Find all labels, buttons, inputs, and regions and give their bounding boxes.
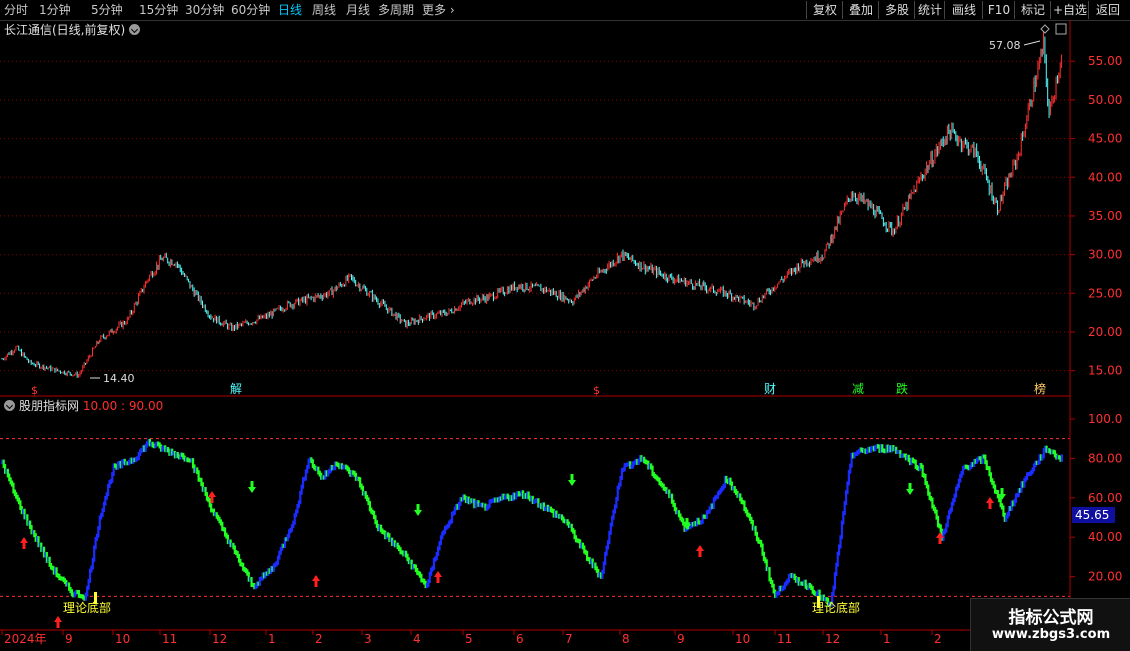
indicator-name: 股朋指标网 bbox=[19, 399, 80, 413]
bottom-label-1: 理论底部 bbox=[63, 600, 111, 615]
event-marker-list[interactable]: 榜 bbox=[1034, 381, 1046, 396]
x-tick-label: 12 bbox=[825, 632, 840, 646]
price-tick-label: 35.00 bbox=[1088, 209, 1122, 223]
x-tick-label: 3 bbox=[364, 632, 372, 646]
x-tick-label: 10 bbox=[735, 632, 750, 646]
x-tick-label: 1 bbox=[883, 632, 891, 646]
x-tick-label: 5 bbox=[465, 632, 473, 646]
x-tick-label: 1 bbox=[268, 632, 276, 646]
indicator-tick-label: 80.00 bbox=[1088, 451, 1122, 465]
x-tick-label: 9 bbox=[677, 632, 685, 646]
price-tick-label: 30.00 bbox=[1088, 248, 1122, 262]
sell-arrow-icon bbox=[568, 474, 576, 486]
sell-arrow-icon bbox=[906, 483, 914, 495]
x-tick-label: 2024年 bbox=[4, 632, 47, 646]
indicator-series bbox=[1, 438, 1064, 628]
indicator-tick-label: 40.00 bbox=[1088, 530, 1122, 544]
watermark-url: www.zbgs3.com bbox=[991, 627, 1111, 642]
event-marker-finance[interactable]: 财 bbox=[764, 382, 776, 396]
diamond-icon bbox=[1040, 24, 1050, 34]
indicator-params: 10.00 : 90.00 bbox=[82, 399, 164, 413]
buy-arrow-icon bbox=[312, 575, 320, 587]
chart-title: 长江通信(日线,前复权) bbox=[4, 22, 141, 38]
price-tick-label: 45.00 bbox=[1088, 132, 1122, 146]
price-tick-label: 40.00 bbox=[1088, 170, 1122, 184]
x-tick-label: 2 bbox=[315, 632, 323, 646]
indicator-tick-label: 60.00 bbox=[1088, 491, 1122, 505]
watermark-title: 指标公式网 bbox=[1008, 608, 1094, 628]
indicator-tick-label: 20.00 bbox=[1088, 570, 1122, 584]
x-tick-label: 11 bbox=[162, 632, 177, 646]
buy-arrow-icon bbox=[54, 616, 62, 628]
event-marker-fall[interactable]: 跌 bbox=[896, 381, 908, 396]
watermark: 指标公式网 www.zbgs3.com bbox=[970, 598, 1130, 651]
x-tick-label: 2 bbox=[934, 632, 942, 646]
stock-title: 长江通信(日线,前复权) bbox=[4, 23, 126, 37]
bottom-label-2: 理论底部 bbox=[812, 600, 860, 615]
x-tick-label: 11 bbox=[777, 632, 792, 646]
window-icon bbox=[1055, 23, 1067, 35]
indicator-bar bbox=[1060, 454, 1064, 462]
price-tick-label: 50.00 bbox=[1088, 93, 1122, 107]
chevron-down-icon[interactable] bbox=[4, 400, 15, 411]
event-marker-dividend-1[interactable]: $ bbox=[31, 384, 38, 397]
buy-arrow-icon bbox=[20, 537, 28, 549]
event-marker-reduce[interactable]: 减 bbox=[852, 382, 864, 396]
candlestick-series bbox=[1, 31, 1063, 378]
buy-arrow-icon bbox=[434, 571, 442, 583]
price-tick-label: 25.00 bbox=[1088, 286, 1122, 300]
x-tick-label: 10 bbox=[115, 632, 130, 646]
buy-arrow-icon bbox=[696, 545, 704, 557]
event-marker-unlock[interactable]: 解 bbox=[230, 382, 242, 396]
x-tick-label: 9 bbox=[65, 632, 73, 646]
max-label-pointer bbox=[1023, 40, 1041, 46]
indicator-title: 股朋指标网 10.00 : 90.00 bbox=[4, 398, 163, 414]
x-tick-label: 4 bbox=[413, 632, 421, 646]
price-tick-label: 20.00 bbox=[1088, 325, 1122, 339]
axes: 55.00 50.00 45.00 40.00 35.00 30.00 25.00 20.00… bbox=[0, 20, 1130, 650]
price-tick-label: 55.00 bbox=[1088, 54, 1122, 68]
chevron-down-icon[interactable] bbox=[129, 24, 141, 35]
sell-arrow-icon bbox=[414, 504, 422, 516]
min-price-label: 14.40 bbox=[103, 372, 135, 385]
indicator-current-value: 45.65 bbox=[1072, 507, 1115, 523]
x-tick-label: 6 bbox=[516, 632, 524, 646]
price-tick-label: 15.00 bbox=[1088, 364, 1122, 378]
kline-chart[interactable]: 55.00 50.00 45.00 40.00 35.00 30.00 25.00 20.00… bbox=[0, 0, 1130, 650]
x-tick-label: 12 bbox=[212, 632, 227, 646]
grid-lines bbox=[0, 60, 1070, 597]
chart-labels: 57.08 14.40 $ 解 $ 财 减 跌 榜 理论底部 理论底部 bbox=[31, 39, 1046, 615]
x-tick-label: 8 bbox=[622, 632, 630, 646]
buy-arrow-icon bbox=[986, 497, 994, 509]
event-marker-dividend-2[interactable]: $ bbox=[593, 384, 600, 397]
x-tick-label: 7 bbox=[565, 632, 573, 646]
indicator-tick-label: 100.0 bbox=[1088, 412, 1122, 426]
max-price-label: 57.08 bbox=[989, 39, 1021, 52]
sell-arrow-icon bbox=[248, 481, 256, 493]
